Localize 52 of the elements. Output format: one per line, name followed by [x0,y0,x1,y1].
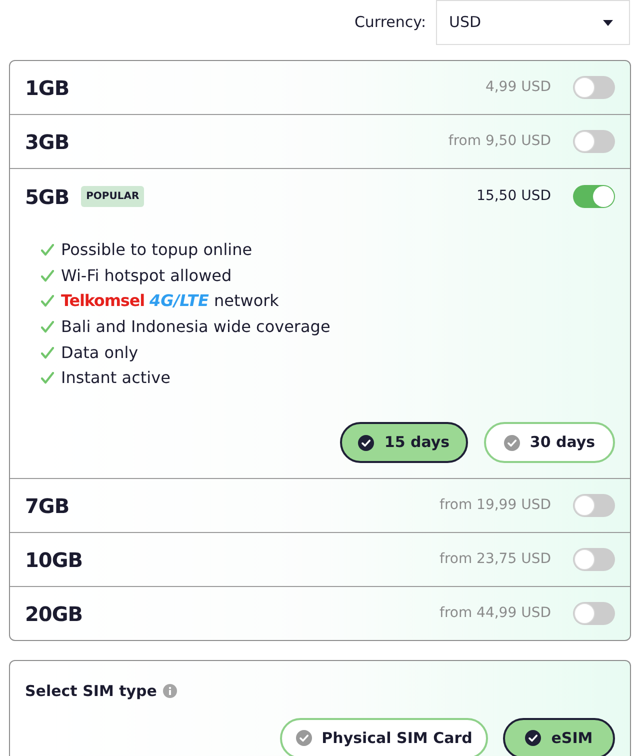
currency-select[interactable]: USD [436,0,630,45]
check-icon [41,346,54,359]
plan-name: 20GB [25,600,82,628]
plan-row[interactable]: 10GB from 23,75 USD [10,532,630,586]
feature-text: Data only [61,342,138,364]
check-icon [41,270,54,282]
plan-price: 15,50 USD [476,187,551,206]
toggle-switch[interactable] [573,130,615,153]
toggle-switch[interactable] [573,494,615,518]
toggle-switch[interactable] [573,76,615,99]
option-button[interactable]: 15 days [340,422,468,464]
check-icon [41,372,54,384]
feature-text: Instant active [61,367,170,390]
plan-row[interactable]: 20GB from 44,99 USD [10,586,630,640]
plan-name: 5GB [25,184,70,210]
plan-name: 7GB [25,492,70,520]
plan-price: from 23,75 USD [440,550,551,570]
check-circle-icon [358,434,374,451]
option-button[interactable]: Physical SIM Card [280,718,488,756]
check-icon [41,244,54,256]
toggle-switch[interactable] [573,185,615,208]
check-circle-icon [525,730,542,746]
caret-down-icon [603,20,613,26]
plan-name: 3GB [25,128,70,156]
toggle-switch[interactable] [573,548,615,572]
check-icon [41,295,54,308]
check-icon [41,320,54,333]
plan-price: from 19,99 USD [440,496,551,516]
plan-row[interactable]: 7GB from 19,99 USD [10,478,630,532]
sim-type-title: Select SIM type [25,681,157,702]
toggle-switch[interactable] [573,602,615,626]
feature-text: Bali and Indonesia wide coverage [61,316,330,338]
option-button[interactable]: 30 days [484,422,615,464]
network-type: 4G/LTE [149,290,209,312]
check-circle-icon [504,434,520,451]
plan-price: from 44,99 USD [440,604,551,624]
plan-name: 1GB [25,74,70,102]
plan-name: 10GB [25,546,82,574]
plan-price: 4,99 USD [485,78,551,97]
brand-name: Telkomsel [61,290,144,312]
feature-text: network [214,290,279,312]
currency-label: Currency: [354,12,426,34]
info-icon [162,684,177,698]
expanded-plan-row[interactable]: 5GB POPULAR 15,50 USD Possible to topup online Wi-Fi hotspot allowed Telkomsel 4G/LTE network Bali and Indonesia wide coverage Data only Instant active 15 days 30 days [10,168,630,478]
check-circle-icon [296,730,312,746]
plan-row[interactable]: 1GB 4,99 USD [10,61,630,114]
plan-row[interactable]: 3GB from 9,50 USD [10,114,630,168]
plan-price: from 9,50 USD [448,132,551,151]
feature-text: Possible to topup online [61,238,252,261]
option-button[interactable]: eSIM [503,718,615,756]
feature-text: Wi-Fi hotspot allowed [61,264,232,287]
popular-badge: POPULAR [81,186,144,207]
